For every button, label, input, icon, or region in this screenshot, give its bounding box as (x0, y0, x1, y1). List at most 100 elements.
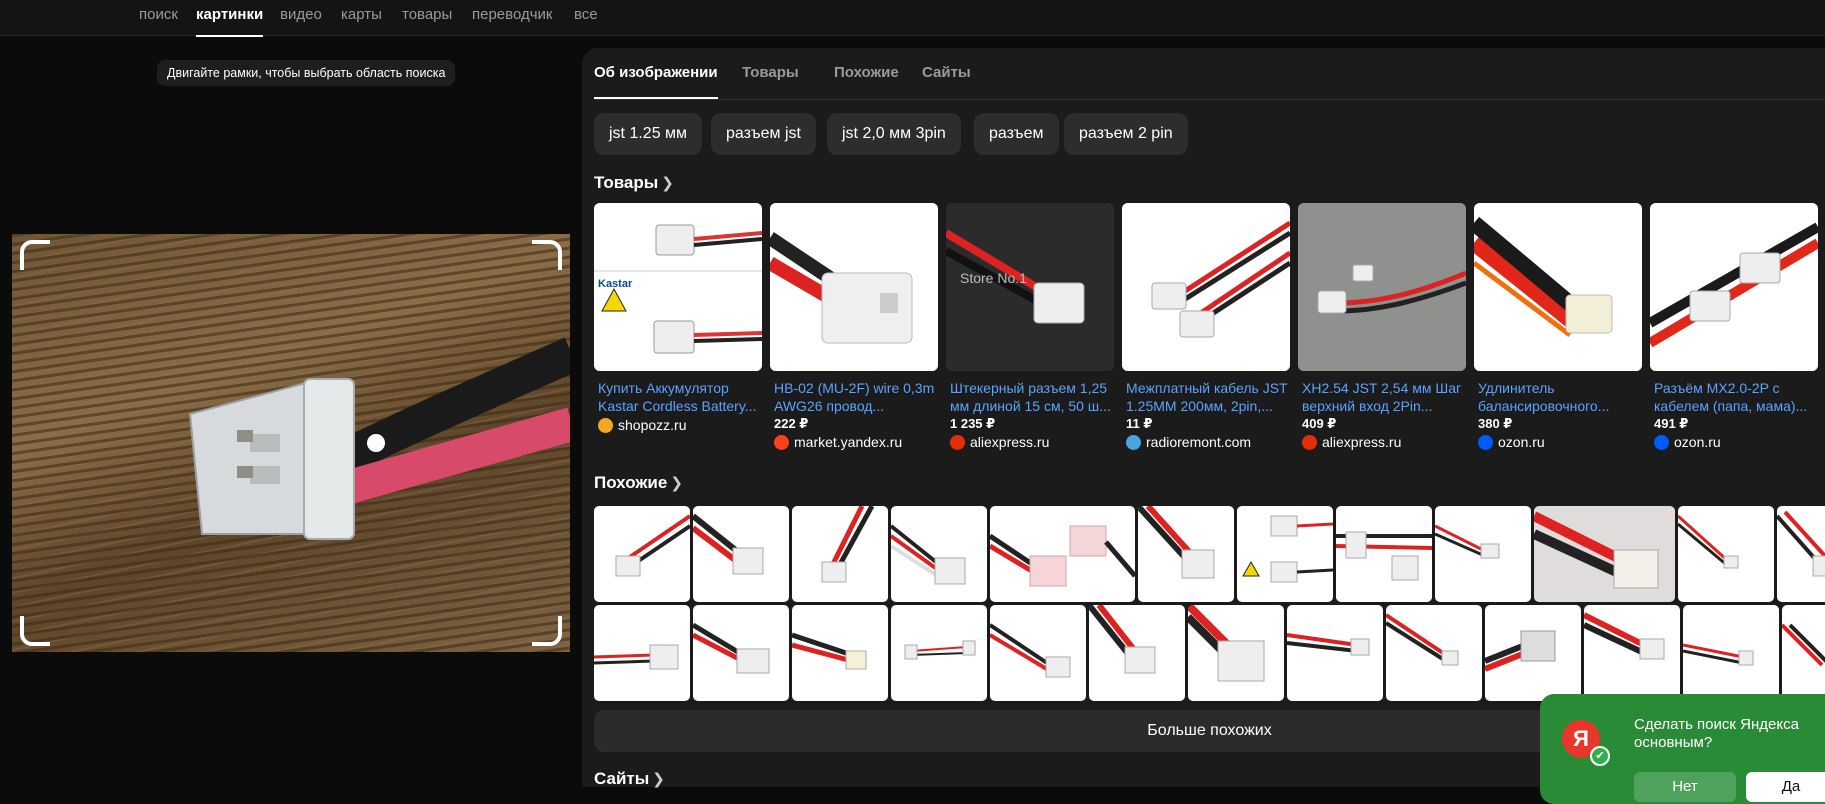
similar-image[interactable] (1435, 506, 1531, 602)
store-favicon-icon (1654, 434, 1669, 450)
similar-image[interactable] (1237, 506, 1333, 602)
product-name[interactable]: Штекерный разъем 1,25 мм длиной 15 см, 5… (946, 379, 1114, 415)
similar-image[interactable] (990, 605, 1086, 701)
product-name[interactable]: XH2.54 JST 2,54 мм Шаг верхний вход 2Pin… (1298, 379, 1466, 415)
similar-image[interactable] (594, 605, 690, 701)
similar-image[interactable] (594, 506, 690, 602)
product-store[interactable]: ozon.ru (1650, 432, 1818, 452)
product-store[interactable]: aliexpress.ru (1298, 432, 1466, 452)
similar-image[interactable] (1782, 605, 1825, 701)
query-image-pane: Двигайте рамки, чтобы выбрать область по… (12, 48, 570, 787)
similar-image[interactable] (1138, 506, 1234, 602)
similar-image[interactable] (792, 506, 888, 602)
product-name[interactable]: Удлинитель балансировочного... (1474, 379, 1642, 415)
product-price: 11 ₽ (1126, 416, 1153, 431)
similar-image[interactable] (1287, 605, 1383, 701)
product-price: 222 ₽ (774, 416, 809, 431)
chip-suggestion[interactable]: jst 2,0 мм 3pin (827, 113, 961, 155)
product-card[interactable]: Удлинитель балансировочного... 380 ₽ ozo… (1474, 203, 1642, 452)
product-thumbnail[interactable]: Kastar (594, 203, 762, 371)
product-card[interactable]: Межплатный кабель JST 1.25MM 200мм, 2pin… (1122, 203, 1290, 452)
product-thumbnail[interactable] (1122, 203, 1290, 371)
similar-image[interactable] (693, 506, 789, 602)
nav-tab-maps[interactable]: карты (341, 6, 382, 23)
similar-image[interactable] (891, 506, 987, 602)
connector-thumbnail-graphic (1650, 203, 1818, 371)
product-thumbnail[interactable] (1650, 203, 1818, 371)
tab-sites[interactable]: Сайты (922, 64, 971, 81)
product-thumbnail[interactable]: Store No.1 (946, 203, 1114, 371)
tab-about-image[interactable]: Об изображении (594, 64, 718, 99)
crop-handle-top-left[interactable] (20, 240, 50, 270)
similar-image[interactable] (1188, 605, 1284, 701)
nav-tab-products[interactable]: товары (402, 6, 452, 23)
chevron-right-icon: ❯ (652, 771, 665, 788)
crop-handle-bottom-right[interactable] (532, 616, 562, 646)
popup-no-button[interactable]: Нет (1634, 772, 1736, 802)
product-card[interactable]: Разъём MX2.0-2P с кабелем (папа, мама)..… (1650, 203, 1818, 452)
nav-tab-translator[interactable]: переводчик (472, 6, 552, 23)
similar-image[interactable] (1386, 605, 1482, 701)
product-thumbnail[interactable] (1474, 203, 1642, 371)
similar-image[interactable] (1683, 605, 1779, 701)
query-image[interactable] (12, 234, 570, 652)
similar-image[interactable] (990, 506, 1135, 602)
product-thumbnail[interactable] (1298, 203, 1466, 371)
product-name[interactable]: HB-02 (MU-2F) wire 0,3m AWG26 провод... (770, 379, 938, 415)
nav-tab-video[interactable]: видео (280, 6, 322, 23)
similar-section-title[interactable]: Похожие ❯ (594, 473, 683, 493)
nav-tab-images[interactable]: картинки (196, 6, 264, 37)
store-favicon-icon (774, 434, 789, 450)
products-section-title[interactable]: Товары ❯ (594, 173, 674, 193)
chip-suggestion[interactable]: jst 1.25 мм (594, 113, 703, 155)
chevron-right-icon: ❯ (661, 175, 674, 192)
default-search-popup: Я ✔ Сделать поиск Яндекса основным? Нет … (1540, 694, 1825, 804)
similar-image[interactable] (693, 605, 789, 701)
product-name[interactable]: Межплатный кабель JST 1.25MM 200мм, 2pin… (1122, 379, 1290, 415)
product-store[interactable]: aliexpress.ru (946, 432, 1114, 452)
similar-image[interactable] (1485, 605, 1581, 701)
product-store[interactable]: market.yandex.ru (770, 432, 938, 452)
connector-thumbnail-graphic (1298, 203, 1466, 371)
similar-image[interactable] (1336, 506, 1432, 602)
similar-image[interactable] (1777, 506, 1825, 602)
store-favicon-icon (950, 434, 965, 450)
object-marker-dot[interactable] (367, 434, 385, 452)
similar-image[interactable] (792, 605, 888, 701)
product-card[interactable]: HB-02 (MU-2F) wire 0,3m AWG26 провод... … (770, 203, 938, 452)
chip-suggestion[interactable]: разъем jst (711, 113, 816, 155)
sites-title-text: Сайты (594, 769, 650, 788)
result-tabs: Об изображении Товары Похожие Сайты (594, 48, 1825, 100)
product-name[interactable]: Купить Аккумулятор Kastar Cordless Batte… (594, 379, 762, 415)
nav-tab-all[interactable]: все (574, 6, 598, 23)
watermark-text: Store No.1 (960, 270, 1027, 286)
similar-image[interactable] (1534, 506, 1675, 602)
product-store[interactable]: radioremont.com (1122, 432, 1290, 452)
chip-suggestion[interactable]: разъем (974, 113, 1059, 155)
product-store[interactable]: ozon.ru (1474, 432, 1642, 452)
product-card[interactable]: Kastar Купить Аккумулятор Kastar Cordles… (594, 203, 762, 435)
store-favicon-icon (598, 417, 613, 433)
chip-suggestion[interactable]: разъем 2 pin (1064, 113, 1188, 155)
similar-image[interactable] (1089, 605, 1185, 701)
crop-handle-bottom-left[interactable] (20, 616, 50, 646)
sites-section-title[interactable]: Сайты ❯ (594, 769, 665, 789)
product-name[interactable]: Разъём MX2.0-2P с кабелем (папа, мама)..… (1650, 379, 1818, 415)
similar-image[interactable] (1678, 506, 1774, 602)
tab-products[interactable]: Товары (742, 64, 799, 81)
nav-tab-search[interactable]: поиск (139, 6, 178, 23)
store-name: ozon.ru (1674, 434, 1721, 450)
popup-yes-button[interactable]: Да (1746, 772, 1825, 802)
tab-similar[interactable]: Похожие (834, 64, 899, 81)
similar-image[interactable] (891, 605, 987, 701)
product-price: 1 235 ₽ (950, 416, 996, 431)
top-navigation: поиск картинки видео карты товары перево… (0, 0, 1825, 37)
product-card[interactable]: XH2.54 JST 2,54 мм Шаг верхний вход 2Pin… (1298, 203, 1466, 452)
store-favicon-icon (1478, 434, 1493, 450)
product-card[interactable]: Store No.1 Штекерный разъем 1,25 мм длин… (946, 203, 1114, 452)
crop-handle-top-right[interactable] (532, 240, 562, 270)
product-store[interactable]: shopozz.ru (594, 415, 762, 435)
product-thumbnail[interactable] (770, 203, 938, 371)
similar-image[interactable] (1584, 605, 1680, 701)
crop-hint: Двигайте рамки, чтобы выбрать область по… (157, 60, 456, 86)
